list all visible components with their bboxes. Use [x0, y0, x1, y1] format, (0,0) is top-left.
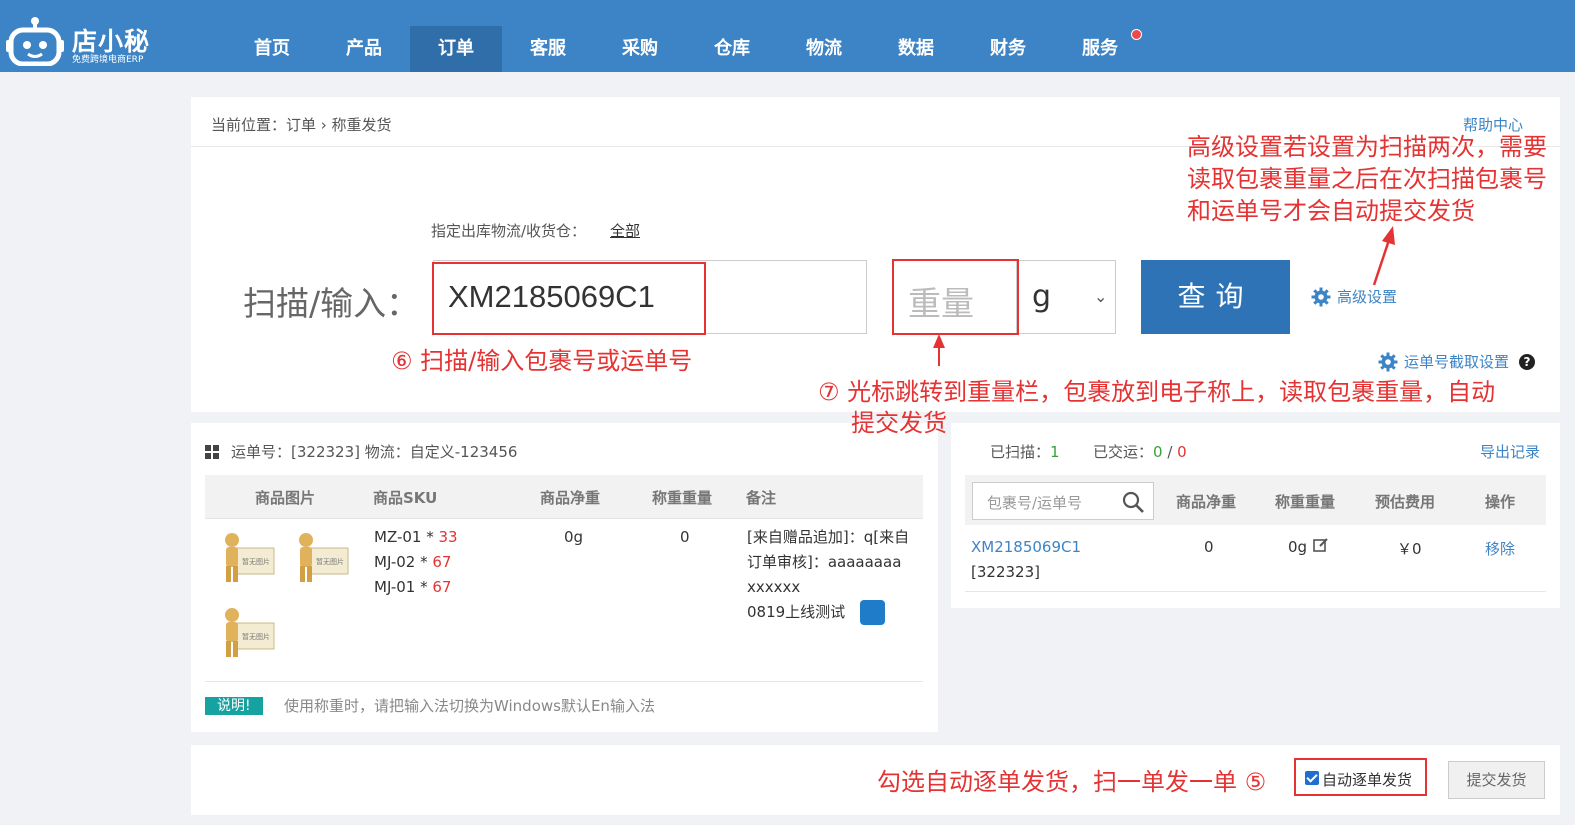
- column-net-weight: 商品净重: [1176, 493, 1237, 511]
- scanned-records-panel: 已扫描：1 已交运：0 / 0 导出记录 包裹号/运单号 商品净重 称重重量 预…: [951, 423, 1560, 608]
- checkbox-checked-icon: [1305, 771, 1319, 785]
- help-question-icon[interactable]: ?: [1519, 353, 1536, 370]
- annotation-step-6: ⑥ 扫描/输入包裹号或运单号: [391, 347, 693, 375]
- weight-input-highlight: [892, 259, 1019, 335]
- main-nav: 首页 产品 订单 客服 采购 仓库 物流 数据 财务 服务: [226, 26, 1146, 72]
- scanned-net-weight: 0: [1204, 538, 1214, 556]
- sku-line: MJ-02 * 67: [374, 553, 452, 571]
- breadcrumb: 当前位置：订单 › 称重发货: [211, 116, 392, 134]
- nav-item-data[interactable]: 数据: [870, 26, 962, 72]
- scanned-package-link[interactable]: XM2185069C1: [971, 538, 1081, 556]
- remark-edit-button[interactable]: [860, 600, 885, 625]
- package-search-input[interactable]: 包裹号/运单号: [972, 482, 1154, 520]
- robot-logo-icon: [6, 17, 64, 66]
- auto-ship-label: 自动逐单发货: [1322, 771, 1413, 789]
- weight-unit-value: g: [1032, 279, 1052, 314]
- order-net-weight: 0g: [564, 528, 584, 546]
- advanced-settings-label: 高级设置: [1337, 288, 1398, 306]
- package-search-placeholder: 包裹号/运单号: [987, 494, 1083, 512]
- order-header-text: 运单号：[322323] 物流：自定义-123456: [231, 443, 518, 461]
- no-image-text: 暂无图片: [242, 632, 270, 641]
- brand-logo[interactable]: 店小秘 免费跨境电商ERP: [4, 8, 164, 66]
- gear-icon: [1378, 352, 1398, 371]
- column-net-weight: 商品净重: [540, 489, 601, 507]
- chevron-down-icon: ⌄: [1094, 287, 1108, 306]
- export-records-link[interactable]: 导出记录: [1480, 441, 1540, 462]
- warehouse-filter-label: 指定出库物流/收货仓：: [431, 222, 587, 240]
- search-icon[interactable]: [1121, 490, 1145, 514]
- annotation-advanced-3: 和运单号才会自动提交发货: [1187, 197, 1475, 225]
- scan-input-label: 扫描/输入：: [243, 284, 420, 323]
- scanned-count: 已扫描：1: [990, 443, 1060, 461]
- note-text: 使用称重时，请把输入法切换为Windows默认En输入法: [284, 697, 655, 715]
- nav-item-home[interactable]: 首页: [226, 26, 318, 72]
- annotation-step-5: 勾选自动逐单发货，扫一单发一单 ⑤: [877, 768, 1267, 796]
- no-image-text: 暂无图片: [242, 557, 270, 566]
- ship-actions-bar: 自动逐单发货 提交发货: [191, 745, 1560, 815]
- no-image-text: 暂无图片: [316, 557, 344, 566]
- annotation-step-7-cont: 提交发货: [851, 409, 947, 437]
- nav-item-customer-service[interactable]: 客服: [502, 26, 594, 72]
- warehouse-filter-link[interactable]: 全部: [610, 220, 640, 241]
- no-image-placeholder: 暂无图片: [225, 533, 275, 582]
- no-image-placeholder: 暂无图片: [225, 608, 275, 657]
- no-image-placeholder: 暂无图片: [299, 533, 349, 582]
- tracking-cut-settings[interactable]: 运单号截取设置 ?: [1378, 351, 1536, 372]
- submit-shipment-button[interactable]: 提交发货: [1448, 761, 1545, 799]
- nav-item-orders[interactable]: 订单: [410, 26, 502, 72]
- tracking-cut-settings-label: 运单号截取设置: [1404, 353, 1510, 371]
- annotation-step-7: ⑦ 光标跳转到重量栏，包裹放到电子称上，读取包裹重量，自动: [818, 378, 1496, 406]
- scanned-estimated-fee: ￥0: [1397, 540, 1422, 558]
- top-navigation-bar: 店小秘 免费跨境电商ERP 首页 产品 订单 客服 采购 仓库 物流 数据 财务…: [0, 0, 1575, 72]
- annotation-advanced-1: 高级设置若设置为扫描两次，需要: [1187, 133, 1547, 161]
- note-badge: 说明!: [205, 697, 263, 715]
- column-estimated-fee: 预估费用: [1375, 493, 1436, 511]
- remove-button[interactable]: 移除: [1485, 538, 1515, 559]
- column-product-image: 商品图片: [255, 489, 316, 507]
- shipped-count: 已交运：0 / 0: [1093, 443, 1187, 461]
- notification-dot: [1131, 29, 1142, 40]
- sku-line: MJ-01 * 67: [374, 578, 452, 596]
- column-scale-weight: 称重重量: [652, 489, 713, 507]
- order-scale-weight: 0: [680, 528, 690, 546]
- scan-input-highlight: [432, 262, 706, 335]
- column-remarks: 备注: [746, 489, 777, 507]
- nav-item-products[interactable]: 产品: [318, 26, 410, 72]
- weight-unit-select[interactable]: g ⌄: [1017, 260, 1116, 334]
- edit-icon[interactable]: [1313, 537, 1329, 553]
- order-table-header: 商品图片 商品SKU 商品净重 称重重量 备注: [205, 475, 923, 519]
- column-actions: 操作: [1485, 493, 1516, 511]
- scanned-tracking-no: [322323]: [971, 563, 1040, 581]
- scanned-table-header: 包裹号/运单号 商品净重 称重重量 预估费用 操作: [965, 475, 1546, 525]
- annotation-advanced-2: 读取包裹重量之后在次扫描包裹号: [1187, 165, 1547, 193]
- order-detail-panel: 运单号：[322323] 物流：自定义-123456 商品图片 商品SKU 商品…: [191, 423, 938, 732]
- brand-subtitle: 免费跨境电商ERP: [72, 55, 144, 65]
- nav-item-finance[interactable]: 财务: [962, 26, 1054, 72]
- query-button[interactable]: 查询: [1141, 260, 1290, 334]
- order-header: 运单号：[322323] 物流：自定义-123456: [205, 441, 517, 462]
- grid-icon: [205, 444, 219, 459]
- nav-item-purchasing[interactable]: 采购: [594, 26, 686, 72]
- nav-item-logistics[interactable]: 物流: [778, 26, 870, 72]
- auto-ship-checkbox[interactable]: 自动逐单发货: [1294, 758, 1427, 796]
- divider: [965, 591, 1546, 592]
- gear-icon: [1311, 287, 1331, 306]
- column-scale-weight: 称重重量: [1275, 493, 1336, 511]
- sku-list: MZ-01 * 33 MJ-02 * 67 MJ-01 * 67: [374, 525, 458, 600]
- scanned-scale-weight: 0g: [1288, 538, 1308, 556]
- sku-line: MZ-01 * 33: [374, 528, 458, 546]
- column-product-sku: 商品SKU: [373, 489, 438, 507]
- divider: [205, 681, 923, 682]
- nav-item-warehouse[interactable]: 仓库: [686, 26, 778, 72]
- advanced-settings-link[interactable]: 高级设置: [1311, 286, 1397, 307]
